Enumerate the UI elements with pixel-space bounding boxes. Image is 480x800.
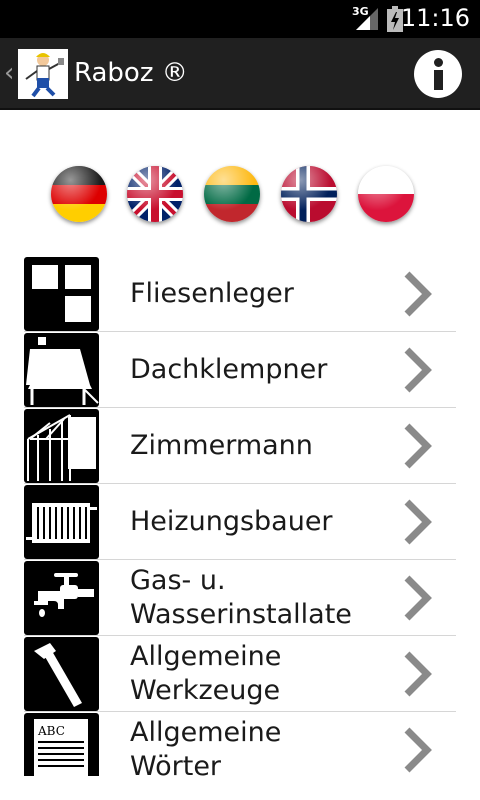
chevron-right-icon xyxy=(404,271,432,317)
chevron-right-icon xyxy=(404,651,432,697)
list-item-fliesenleger[interactable]: Fliesenleger xyxy=(24,256,456,332)
list-item-heizungsbauer[interactable]: Heizungsbauer xyxy=(24,484,456,560)
flag-poland-icon[interactable] xyxy=(358,166,414,222)
flag-germany-icon[interactable] xyxy=(51,166,107,222)
signal-icon xyxy=(356,8,378,30)
list-item-label: Heizungsbauer xyxy=(130,506,333,537)
roof-icon xyxy=(24,333,99,407)
abc-text: ABC xyxy=(37,724,65,738)
action-bar: ‹ Raboz ® xyxy=(0,38,480,110)
chevron-right-icon xyxy=(404,423,432,469)
back-chevron-icon[interactable]: ‹ xyxy=(4,58,14,88)
list-item-allgemeine-woerter[interactable]: ABC Allgemeine Wörter xyxy=(24,712,456,776)
list-item-allgemeine-werkzeuge[interactable]: Allgemeine Werkzeuge xyxy=(24,636,456,712)
timber-frame-icon xyxy=(24,409,99,483)
list-item-label: Gas- u. Wasserinstallate xyxy=(130,565,352,630)
list-item-label: Allgemeine Werkzeuge xyxy=(130,641,282,706)
info-button[interactable] xyxy=(414,50,462,98)
chevron-right-icon xyxy=(404,499,432,545)
document-abc-icon: ABC xyxy=(24,713,99,776)
flag-lithuania-icon[interactable] xyxy=(204,166,260,222)
language-selector xyxy=(0,166,480,226)
radiator-icon xyxy=(24,485,99,559)
list-item-gas-wasserinstallateur[interactable]: Gas- u. Wasserinstallate xyxy=(24,560,456,636)
tiles-icon xyxy=(24,257,99,331)
flag-norway-icon[interactable] xyxy=(281,166,337,222)
list-item-label: Allgemeine Wörter xyxy=(130,717,282,776)
list-item-zimmermann[interactable]: Zimmermann xyxy=(24,408,456,484)
chevron-right-icon xyxy=(404,727,432,773)
list-item-dachklempner[interactable]: Dachklempner xyxy=(24,332,456,408)
list-item-label: Dachklempner xyxy=(130,354,328,385)
worker-logo-icon[interactable] xyxy=(18,49,68,99)
clock: 11:16 xyxy=(400,4,470,32)
list-item-label: Zimmermann xyxy=(130,430,313,461)
chevron-right-icon xyxy=(404,575,432,621)
app-title: Raboz ® xyxy=(74,58,188,88)
list-item-label: Fliesenleger xyxy=(130,278,294,309)
category-list: Fliesenleger Dachklempner Zimmermann Hei… xyxy=(24,256,456,776)
chevron-right-icon xyxy=(404,347,432,393)
hammer-icon xyxy=(24,637,99,711)
info-icon xyxy=(434,58,443,67)
faucet-icon xyxy=(24,561,99,635)
status-bar: 3G 11:16 xyxy=(0,0,480,38)
flag-uk-icon[interactable] xyxy=(127,166,183,222)
